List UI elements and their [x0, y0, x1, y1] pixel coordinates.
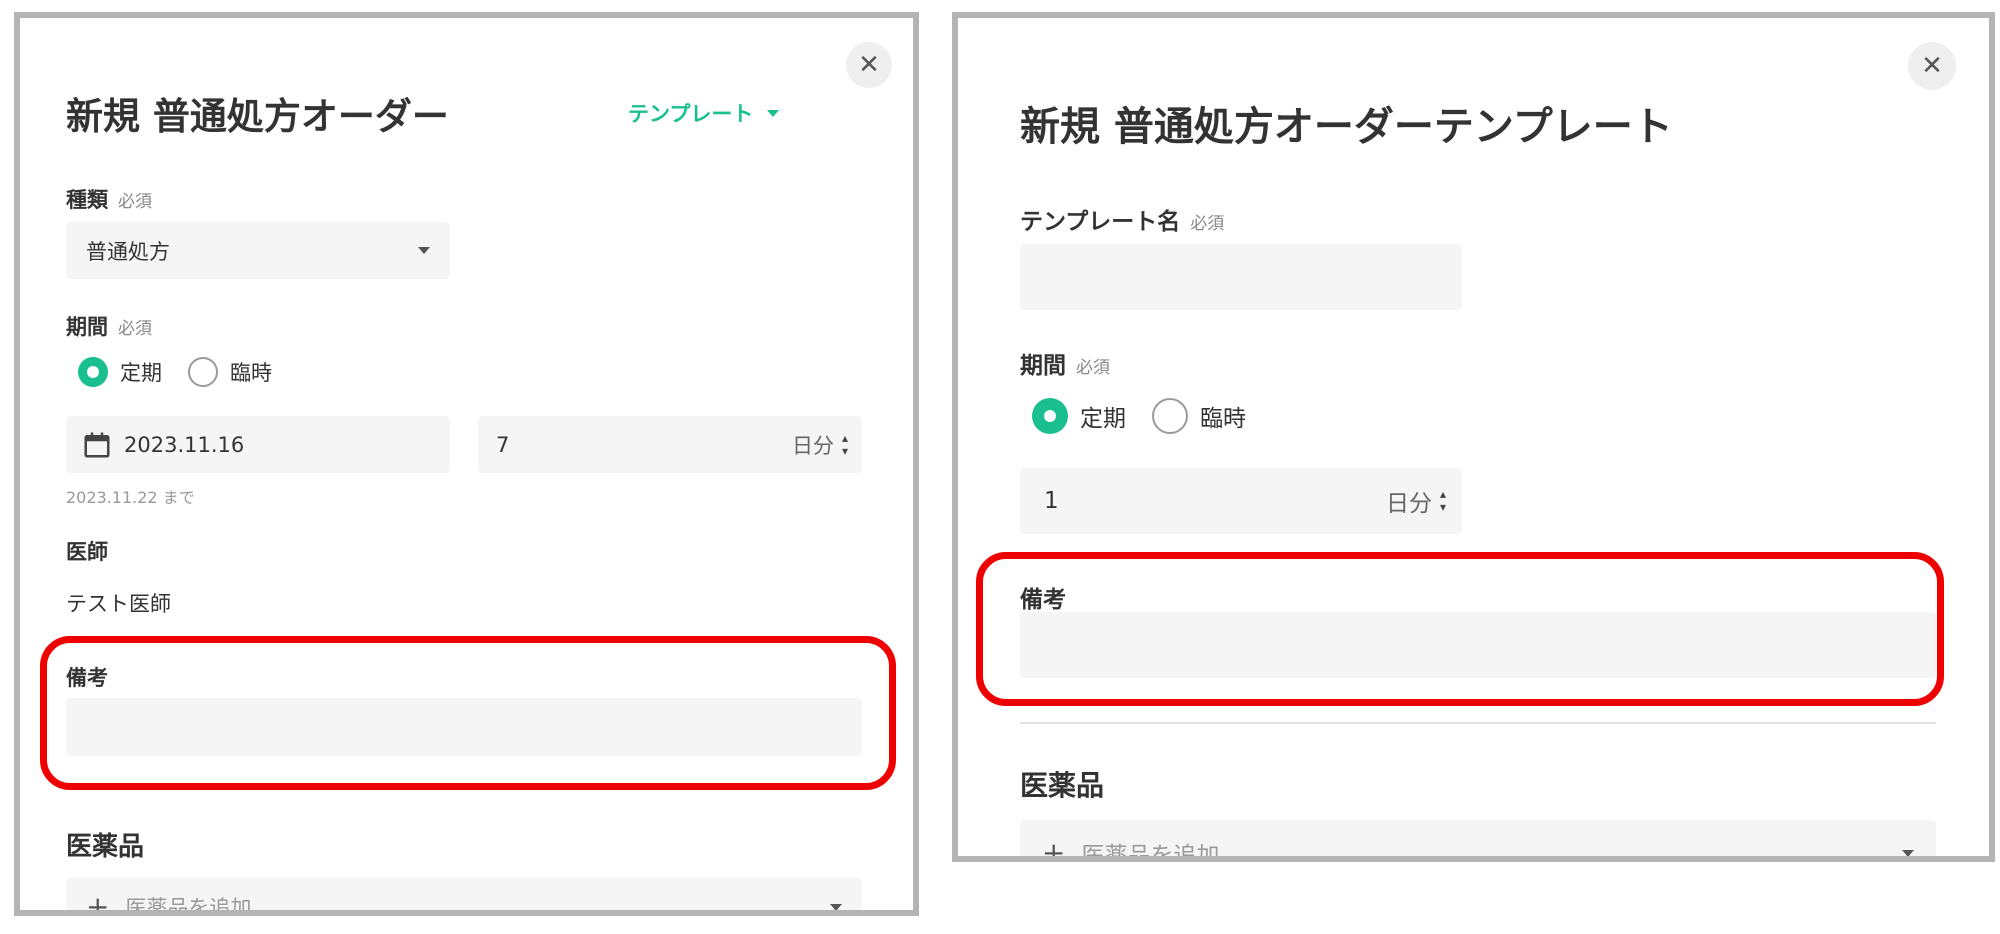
- start-date-field[interactable]: 2023.11.16: [66, 416, 450, 473]
- chevron-down-icon: [830, 903, 842, 910]
- radio-temporary-label: 臨時: [1200, 406, 1246, 432]
- dialog-title: 新規 普通処方オーダーテンプレート: [1020, 104, 1673, 150]
- period-label-text: 期間: [1020, 353, 1066, 379]
- period-radio-group: 定期 臨時: [78, 357, 298, 387]
- type-select-value: 普通処方: [86, 239, 170, 264]
- start-date-value: 2023.11.16: [124, 432, 245, 457]
- required-tag: 必須: [1076, 358, 1110, 378]
- template-name-label: テンプレート名 必須: [1020, 202, 1224, 236]
- radio-regular[interactable]: [78, 357, 108, 387]
- required-tag: 必須: [1190, 214, 1225, 234]
- close-button[interactable]: ✕: [1908, 42, 1956, 90]
- template-name-label-text: テンプレート名: [1020, 209, 1181, 235]
- template-button-label: テンプレート: [628, 102, 754, 126]
- notes-highlight-left: [40, 636, 896, 790]
- chevron-up-icon[interactable]: ▴: [842, 431, 848, 445]
- radio-temporary[interactable]: [188, 357, 218, 387]
- plus-icon: +: [86, 890, 110, 916]
- period-label: 期間 必須: [1020, 346, 1110, 380]
- radio-temporary[interactable]: [1152, 398, 1188, 434]
- days-value: 7: [496, 432, 510, 457]
- end-date-helper: 2023.11.22 まで: [66, 488, 195, 507]
- add-medicine-placeholder: 医薬品を追加: [125, 896, 252, 916]
- section-divider: [1020, 722, 1936, 724]
- notes-highlight-right: [976, 552, 1944, 706]
- chevron-down-icon: [1902, 849, 1914, 856]
- days-field[interactable]: 7 日分 ▴ ▾: [478, 416, 862, 473]
- medicine-section-title: 医薬品: [66, 832, 145, 862]
- period-label-text: 期間: [66, 315, 108, 339]
- doctor-label: 医師: [66, 540, 108, 564]
- dialog-title: 新規 普通処方オーダー: [66, 95, 449, 138]
- chevron-down-icon[interactable]: ▾: [842, 444, 848, 458]
- plus-icon: +: [1042, 836, 1066, 862]
- period-radio-group: 定期 臨時: [1032, 398, 1272, 434]
- days-stepper[interactable]: ▴ ▾: [842, 431, 848, 458]
- days-value: 1: [1044, 488, 1059, 514]
- add-medicine-placeholder: 医薬品を追加: [1081, 843, 1220, 862]
- medicine-section-title: 医薬品: [1020, 769, 1105, 802]
- chevron-down-icon: [767, 109, 780, 117]
- required-tag: 必須: [118, 192, 152, 212]
- days-unit: 日分: [791, 433, 834, 458]
- add-medicine-select[interactable]: + 医薬品を追加: [1020, 820, 1936, 862]
- radio-regular[interactable]: [1032, 398, 1068, 434]
- add-medicine-select[interactable]: + 医薬品を追加: [66, 878, 862, 916]
- type-label: 種類 必須: [66, 184, 152, 214]
- radio-regular-label: 定期: [1080, 406, 1126, 432]
- type-select[interactable]: 普通処方: [66, 222, 450, 279]
- days-unit: 日分: [1385, 491, 1432, 517]
- template-name-input[interactable]: [1020, 244, 1462, 310]
- calendar-icon: [84, 432, 110, 457]
- days-field[interactable]: 1 日分 ▴ ▾: [1020, 468, 1462, 534]
- radio-temporary-label: 臨時: [230, 361, 272, 385]
- close-icon: ✕: [858, 50, 880, 80]
- close-icon: ✕: [1921, 51, 1943, 81]
- template-dropdown-button[interactable]: テンプレート: [628, 98, 780, 128]
- chevron-down-icon: [418, 247, 430, 254]
- period-label: 期間 必須: [66, 311, 152, 341]
- type-label-text: 種類: [66, 188, 108, 212]
- chevron-down-icon[interactable]: ▾: [1440, 501, 1446, 514]
- days-stepper[interactable]: ▴ ▾: [1440, 488, 1446, 514]
- close-button[interactable]: ✕: [846, 42, 892, 88]
- doctor-value: テスト医師: [66, 592, 171, 616]
- radio-regular-label: 定期: [120, 361, 162, 385]
- required-tag: 必須: [118, 319, 152, 339]
- template-dialog: ✕ 新規 普通処方オーダーテンプレート テンプレート名 必須 期間 必須 定期 臨時…: [952, 12, 1995, 862]
